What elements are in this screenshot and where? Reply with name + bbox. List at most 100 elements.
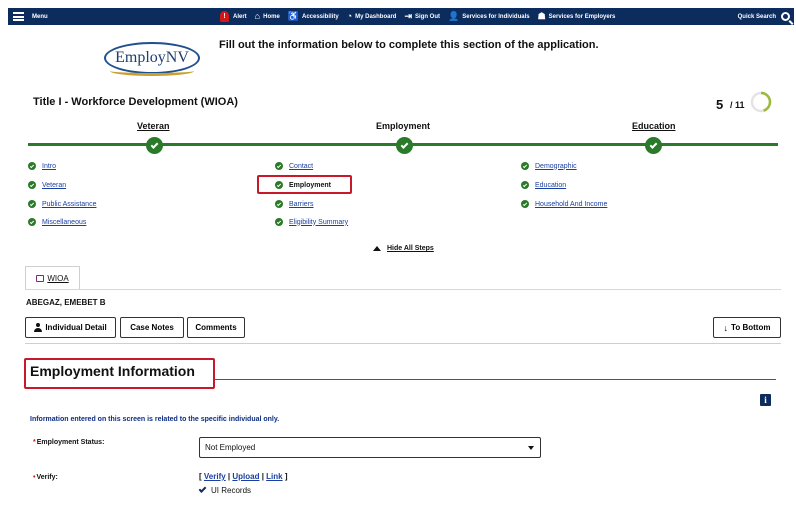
step-household-income: Household And Income [521,200,607,208]
sign-out-label: Sign Out [415,13,441,20]
individual-detail-button[interactable]: Individual Detail [25,317,116,338]
step-veteran-link[interactable]: Veteran [42,182,66,189]
alert-link[interactable]: ! Alert [220,11,247,22]
step-barriers-link[interactable]: Barriers [289,201,314,208]
sign-out-icon: ⇥ [404,11,413,21]
accessibility-label: Accessibility [302,13,339,20]
sign-out-link[interactable]: ⇥ Sign Out [404,12,440,21]
step-education-link[interactable]: Education [535,182,566,189]
verify-links: [ Verify | Upload | Link ] [199,472,288,481]
logo-swoosh [110,66,194,76]
checkmark-icon [198,485,207,493]
alert-icon: ! [220,11,229,22]
individual-detail-label: Individual Detail [45,323,107,332]
step-education: Education [521,181,566,189]
case-notes-button[interactable]: Case Notes [120,317,184,338]
step-barriers: Barriers [275,200,314,208]
step-miscellaneous: Miscellaneous [28,218,86,226]
step-eligibility-summary: Eligibility Summary [275,218,348,226]
employers-label: Services for Employers [548,13,616,20]
step-demographic-link[interactable]: Demographic [535,163,577,170]
upload-link[interactable]: Upload [232,472,259,481]
instruction-text: Fill out the information below to comple… [219,39,599,51]
caret-up-icon [373,246,381,251]
step-demographic: Demographic [521,162,577,170]
employment-status-label-text: Employment Status: [36,439,105,446]
check-icon [28,162,36,170]
hide-all-steps-label: Hide All Steps [387,245,434,252]
search-icon [781,12,790,21]
ui-records-status: UI Records [198,485,252,495]
employment-status-value: Not Employed [205,443,256,452]
stage-veteran-check-icon [146,137,163,154]
link-link[interactable]: Link [266,472,282,481]
check-icon [275,162,283,170]
individuals-icon: 👤 [448,11,460,21]
step-eligibility-summary-link[interactable]: Eligibility Summary [289,219,348,226]
dashboard-icon: ◔ [346,11,353,21]
quick-search-label: Quick Search [737,13,776,20]
home-label: Home [263,13,280,20]
top-nav-links: ! Alert ⌂ Home ♿ Accessibility ◔ My Dash… [220,8,623,25]
page-title: Title I - Workforce Development (WIOA) [33,96,238,108]
menu-button[interactable]: Menu [13,12,48,21]
check-icon [28,218,36,226]
person-icon [34,323,43,332]
progress-ring [750,91,772,113]
accessibility-link[interactable]: ♿ Accessibility [288,12,339,21]
stage-education-label[interactable]: Education [632,121,676,131]
services-individuals-link[interactable]: 👤 Services for Individuals [448,12,530,21]
employers-icon: ☗ [537,11,546,21]
stage-employment-label: Employment [376,121,431,131]
employment-status-select[interactable]: Not Employed [199,437,541,458]
comments-button[interactable]: Comments [187,317,245,338]
tab-wioa[interactable]: WIOA [25,266,80,290]
chevron-down-icon [528,446,534,450]
services-employers-link[interactable]: ☗ Services for Employers [538,12,616,21]
step-public-assistance-link[interactable]: Public Assistance [42,201,96,208]
hide-all-steps-toggle[interactable]: Hide All Steps [373,245,434,252]
to-bottom-button[interactable]: ↓ To Bottom [713,317,781,338]
info-icon[interactable]: i [760,394,771,406]
section-divider [25,343,781,344]
home-link[interactable]: ⌂ Home [255,12,280,21]
envelope-icon [36,275,45,282]
check-icon [521,181,529,189]
tab-wioa-label: WIOA [47,274,69,283]
step-intro: Intro [28,162,56,170]
home-icon: ⌂ [254,11,261,21]
check-icon [521,200,529,208]
section-title-highlight [24,358,215,389]
individuals-label: Services for Individuals [462,13,530,20]
dashboard-label: My Dashboard [355,13,397,20]
menu-label: Menu [32,13,48,20]
arrow-down-icon: ↓ [723,322,729,333]
step-public-assistance: Public Assistance [28,200,96,208]
logo-text: EmployNV [115,49,189,66]
ui-records-label: UI Records [211,486,252,495]
stage-veteran-label[interactable]: Veteran [137,121,170,131]
quick-search-button[interactable]: Quick Search [738,8,790,25]
check-icon [275,218,283,226]
my-dashboard-link[interactable]: ◔ My Dashboard [347,12,397,21]
check-icon [28,181,36,189]
verify-label-text: Verify: [36,474,58,481]
employment-status-label: *Employment Status: [33,439,104,446]
verify-link[interactable]: Verify [204,472,226,481]
step-contact-link[interactable]: Contact [289,163,313,170]
step-contact: Contact [275,162,313,170]
check-icon [521,162,529,170]
step-intro-link[interactable]: Intro [42,163,56,170]
check-icon [28,200,36,208]
to-bottom-label: To Bottom [731,323,771,332]
progress-total: / 11 [730,100,745,110]
stage-education-check-icon [645,137,662,154]
step-household-income-link[interactable]: Household And Income [535,201,607,208]
progress-current: 5 [716,97,724,112]
hamburger-icon [13,12,24,21]
info-message: Information entered on this screen is re… [30,416,280,423]
tab-divider [25,289,781,290]
stage-employment-check-icon [396,137,413,154]
required-marker: * [33,439,36,446]
step-miscellaneous-link[interactable]: Miscellaneous [42,219,86,226]
